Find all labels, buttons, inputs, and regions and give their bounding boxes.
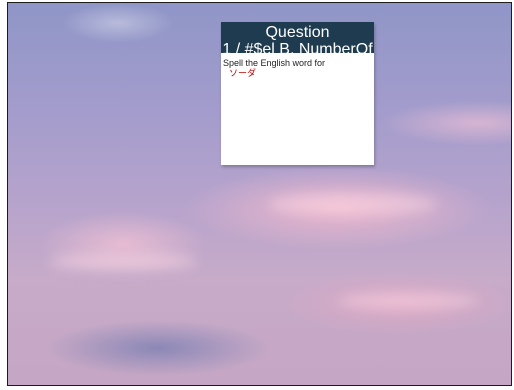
dialog-header: Question 1 / #$el B. NumberOf [221,22,374,53]
sky-background: Question 1 / #$el B. NumberOf Spell the … [7,2,512,386]
dialog-title: Question [265,24,330,41]
dialog-body: Spell the English word for ソーダ [221,53,374,78]
cloud-decoration [48,253,198,271]
cloud-decoration [268,193,438,215]
cloud-decoration [338,293,478,309]
question-dialog: Question 1 / #$el B. NumberOf Spell the … [221,22,374,165]
question-counter: 1 / #$el B. NumberOf [222,41,373,53]
question-prompt: Spell the English word for [223,58,326,68]
question-word: ソーダ [229,68,257,78]
